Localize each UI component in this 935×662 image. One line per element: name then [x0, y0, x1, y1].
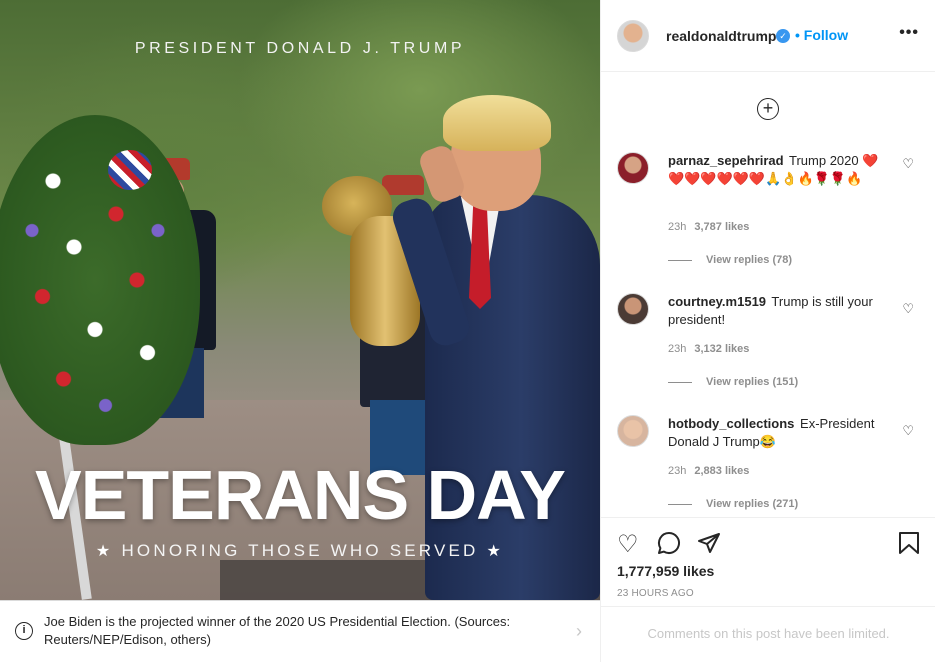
view-replies-button[interactable]: View replies (271) [668, 498, 798, 510]
verified-badge-icon: ✓ [776, 29, 790, 43]
comment-likes[interactable]: 2,883 likes [694, 465, 749, 477]
share-paper-plane-icon[interactable] [697, 531, 721, 562]
heart-icon[interactable]: ♡ [902, 156, 914, 172]
comments-list: + parnaz_sepehrirad Trump 2020 ❤️❤️❤️❤️❤… [601, 73, 935, 517]
comment-meta: 23h 2,883 likes [668, 465, 749, 477]
follow-label: Follow [803, 27, 849, 43]
view-replies-label: View replies (78) [706, 254, 793, 266]
post-header: realdonaldtrump ✓ • Follow ••• [601, 0, 935, 72]
view-replies-label: View replies (151) [706, 376, 799, 388]
comment-likes[interactable]: 3,132 likes [694, 343, 749, 355]
avatar[interactable] [617, 293, 649, 325]
wreath [0, 115, 200, 445]
avatar[interactable] [617, 20, 649, 52]
comment-body: parnaz_sepehrirad Trump 2020 ❤️❤️❤️❤️❤️❤… [668, 152, 888, 188]
comment-username[interactable]: hotbody_collections [668, 416, 794, 431]
comment-likes[interactable]: 3,787 likes [694, 221, 749, 233]
post-actions: ♡ 1,777,959 likes 23 HOURS AGO [601, 517, 935, 607]
follow-separator: • [795, 27, 800, 43]
load-more-comments-icon[interactable]: + [757, 98, 779, 120]
info-icon: i [15, 622, 33, 640]
comment-time: 23h [668, 465, 687, 477]
image-subtitle: ★ HONORING THOSE WHO SERVED ★ [0, 541, 600, 561]
save-bookmark-icon[interactable] [898, 531, 920, 562]
comment-body: courtney.m1519 Trump is still your presi… [668, 293, 888, 329]
header-username[interactable]: realdonaldtrump [666, 28, 776, 44]
more-options-icon[interactable]: ••• [899, 24, 919, 42]
image-headline: VETERANS DAY [35, 456, 566, 534]
comment-username[interactable]: parnaz_sepehrirad [668, 153, 784, 168]
wreath-ribbon [108, 150, 152, 190]
comment-meta: 23h 3,787 likes [668, 221, 749, 233]
post-side-panel: realdonaldtrump ✓ • Follow ••• + parnaz_… [600, 0, 935, 662]
view-replies-label: View replies (271) [706, 498, 799, 510]
comment-username[interactable]: courtney.m1519 [668, 294, 766, 309]
star-icon: ★ [95, 543, 114, 560]
star-icon: ★ [486, 543, 505, 560]
image-top-title: PRESIDENT DONALD J. TRUMP [134, 40, 466, 57]
view-replies-button[interactable]: View replies (151) [668, 376, 798, 388]
comment-time: 23h [668, 221, 687, 233]
election-info-notice[interactable]: i Joe Biden is the projected winner of t… [0, 600, 600, 662]
comment-time: 23h [668, 343, 687, 355]
chevron-right-icon: › [576, 621, 582, 641]
follow-button[interactable]: • Follow [795, 27, 848, 43]
heart-icon[interactable]: ♡ [902, 301, 914, 317]
view-replies-button[interactable]: View replies (78) [668, 254, 792, 266]
comment-body: hotbody_collections Ex-President Donald … [668, 415, 888, 451]
notice-text: Joe Biden is the projected winner of the… [44, 614, 511, 647]
comments-limited-text: Comments on this post have been limited. [601, 606, 935, 662]
post-time-ago[interactable]: 23 HOURS AGO [617, 588, 694, 599]
post-image[interactable]: PRESIDENT DONALD J. TRUMP VETERANS DAY ★… [0, 0, 600, 600]
post-likes-count[interactable]: 1,777,959 likes [617, 563, 714, 579]
heart-icon[interactable]: ♡ [902, 423, 914, 439]
avatar[interactable] [617, 152, 649, 184]
like-heart-icon[interactable]: ♡ [617, 530, 639, 559]
avatar[interactable] [617, 415, 649, 447]
comment-meta: 23h 3,132 likes [668, 343, 749, 355]
image-subtitle-text: HONORING THOSE WHO SERVED [121, 541, 479, 560]
comment-bubble-icon[interactable] [657, 531, 681, 562]
